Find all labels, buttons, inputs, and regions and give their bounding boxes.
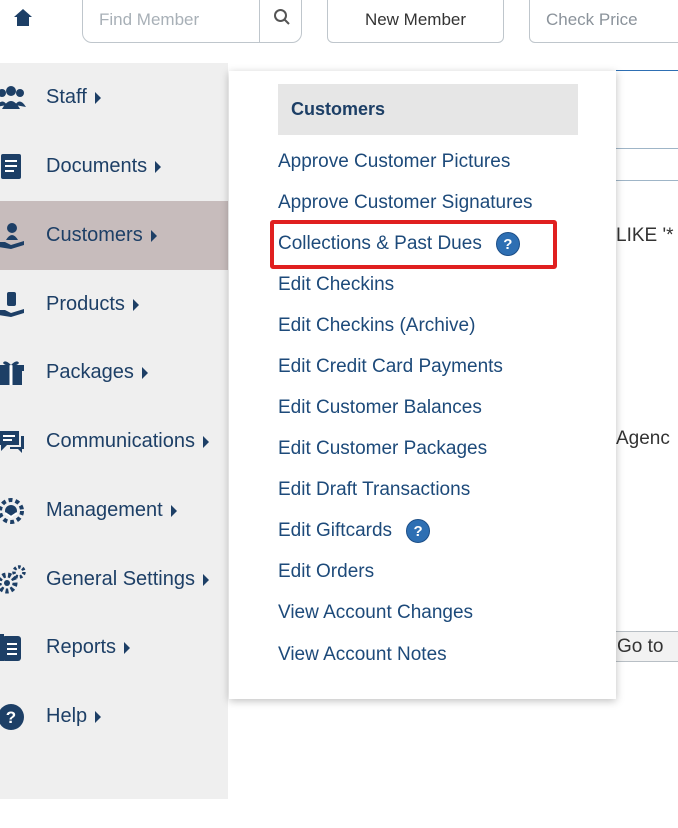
caret-right-icon [170, 504, 177, 517]
menu-item-edit-draft-transactions[interactable]: Edit Draft Transactions [278, 475, 470, 505]
products-icon [0, 290, 26, 320]
menu-item-label: Approve Customer Signatures [278, 192, 533, 213]
caret-right-icon [94, 91, 101, 104]
caret-right-icon [150, 229, 157, 242]
background-tab-line [616, 70, 678, 71]
sidebar-item-label: Communications [46, 430, 195, 452]
help-question-icon[interactable]: ? [495, 232, 520, 256]
sidebar-item-products[interactable]: Products [0, 270, 228, 339]
go-to-button[interactable]: Go to [612, 631, 678, 662]
sidebar-item-help[interactable]: ? Help [0, 682, 228, 751]
menu-item-collections-past-dues[interactable]: Collections & Past Dues? [278, 229, 520, 259]
caret-right-icon [202, 435, 209, 448]
menu-item-label: Edit Draft Transactions [278, 479, 471, 500]
sidebar-item-packages[interactable]: Packages [0, 338, 228, 407]
menu-item-label: Edit Checkins [278, 274, 395, 295]
sidebar-item-label: Staff [46, 86, 87, 108]
menu-item-label: Collections & Past Dues [278, 233, 482, 254]
sidebar-item-label: Documents [46, 155, 148, 177]
sidebar-item-documents[interactable]: Documents [0, 132, 228, 201]
customers-submenu: Customers Approve Customer Pictures Appr… [229, 71, 616, 699]
menu-item-label: Approve Customer Pictures [278, 151, 511, 172]
submenu-header: Customers [278, 84, 578, 135]
menu-item-label: Edit Checkins (Archive) [278, 315, 476, 336]
caret-right-icon [202, 573, 209, 586]
menu-item-edit-checkins-archive[interactable]: Edit Checkins (Archive) [278, 311, 475, 341]
new-member-button[interactable]: New Member [327, 0, 504, 43]
search-button[interactable] [259, 0, 303, 42]
caret-right-icon [95, 710, 102, 723]
sidebar-item-label: Customers [46, 224, 143, 246]
management-icon [0, 496, 26, 526]
sidebar-item-label: Packages [46, 361, 134, 383]
background-divider [616, 180, 678, 181]
sidebar-item-label: Products [46, 293, 125, 315]
help-icon: ? [0, 702, 26, 732]
customers-icon [0, 221, 26, 251]
check-price-button[interactable]: Check Price [529, 0, 678, 43]
search-icon [273, 8, 291, 31]
home-button[interactable] [0, 0, 54, 44]
member-search [82, 0, 302, 43]
caret-right-icon [141, 366, 148, 379]
menu-item-edit-checkins[interactable]: Edit Checkins [278, 270, 394, 300]
sidebar-item-reports[interactable]: Reports [0, 613, 228, 682]
menu-item-label: Edit Credit Card Payments [278, 356, 503, 377]
menu-item-label: Edit Customer Packages [278, 438, 488, 459]
menu-item-edit-customer-packages[interactable]: Edit Customer Packages [278, 434, 487, 464]
find-member-input[interactable] [83, 0, 259, 42]
settings-icon [0, 564, 26, 595]
reports-icon [0, 633, 26, 663]
background-like-text: LIKE '* [616, 225, 674, 246]
sidebar-item-communications[interactable]: Communications [0, 407, 228, 476]
help-question-icon[interactable]: ? [406, 519, 431, 543]
menu-item-view-account-changes[interactable]: View Account Changes [278, 598, 473, 628]
menu-item-label: View Account Changes [278, 602, 474, 623]
packages-icon [0, 358, 26, 388]
caret-right-icon [132, 298, 139, 311]
menu-item-approve-customer-signatures[interactable]: Approve Customer Signatures [278, 188, 533, 218]
sidebar-item-label: Help [46, 705, 88, 727]
menu-item-view-account-notes[interactable]: View Account Notes [278, 640, 447, 670]
menu-item-edit-orders[interactable]: Edit Orders [278, 557, 374, 587]
sidebar-item-label: Reports [46, 636, 117, 658]
sidebar-item-general-settings[interactable]: General Settings [0, 545, 228, 614]
menu-item-label: Edit Giftcards [278, 520, 393, 541]
svg-text:?: ? [6, 708, 16, 727]
staff-icon [0, 83, 26, 113]
sidebar-item-management[interactable]: Management [0, 476, 228, 545]
menu-item-label: Edit Orders [278, 561, 375, 582]
sidebar-item-staff[interactable]: Staff [0, 63, 228, 132]
background-divider [616, 148, 678, 149]
menu-item-label: View Account Notes [278, 644, 447, 665]
menu-item-edit-giftcards[interactable]: Edit Giftcards? [278, 516, 431, 546]
sidebar-item-label: Management [46, 499, 163, 521]
menu-item-edit-credit-card-payments[interactable]: Edit Credit Card Payments [278, 352, 503, 382]
menu-item-edit-customer-balances[interactable]: Edit Customer Balances [278, 393, 482, 423]
caret-right-icon [124, 641, 131, 654]
communications-icon [0, 427, 26, 457]
sidebar-item-label: General Settings [46, 568, 195, 590]
menu-item-approve-customer-pictures[interactable]: Approve Customer Pictures [278, 147, 510, 177]
caret-right-icon [155, 160, 162, 173]
sidebar-item-customers[interactable]: Customers [0, 201, 228, 270]
documents-icon [0, 152, 26, 182]
menu-item-label: Edit Customer Balances [278, 397, 482, 418]
sidebar-nav: Staff Documents Customers Products Packa… [0, 63, 228, 799]
home-icon [12, 7, 34, 32]
background-agenc-text: Agenc [616, 428, 670, 449]
